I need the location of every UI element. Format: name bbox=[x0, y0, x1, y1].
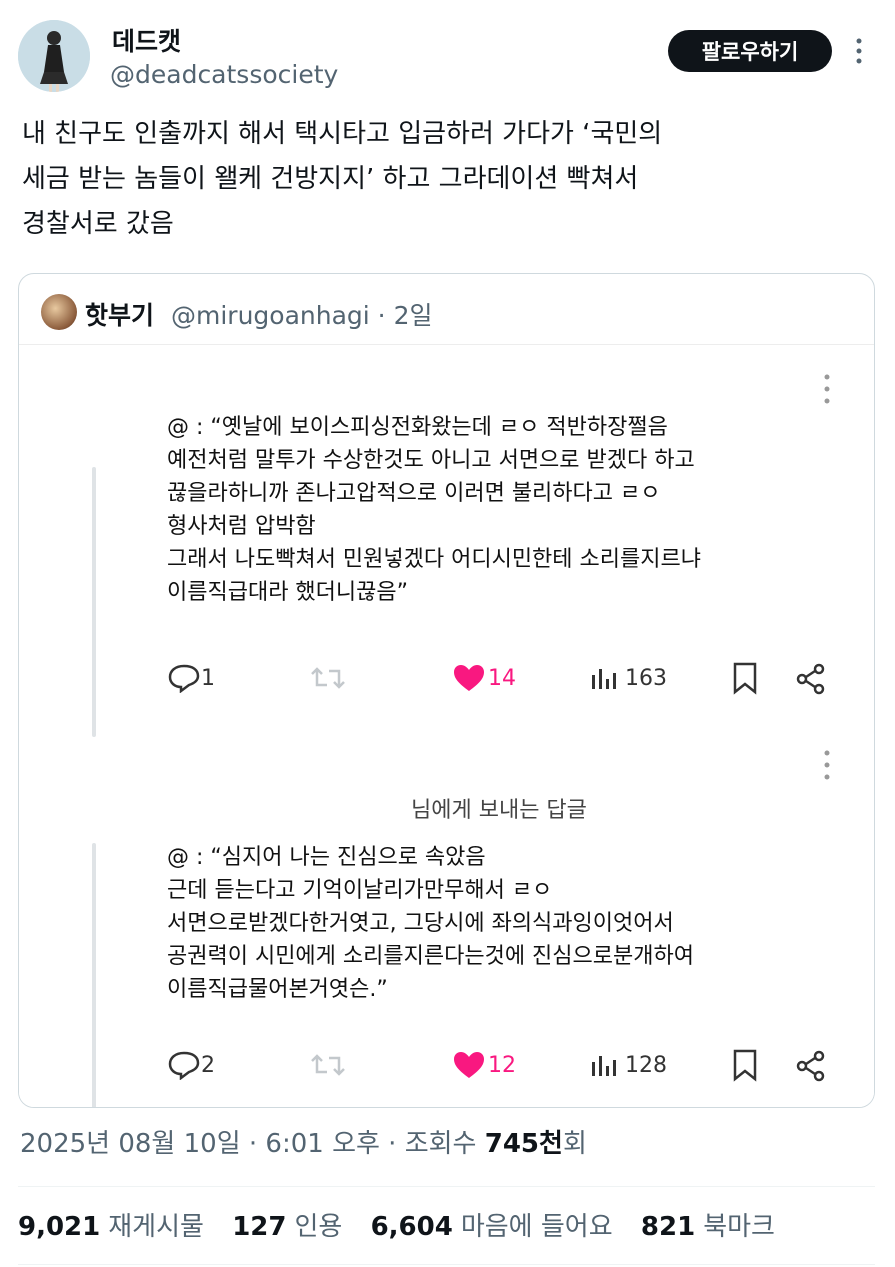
quoted-screenshot-image[interactable]: @ : “옛날에 보이스피싱전화왔는데 ㄹㅇ 적반하장쩔음 예전처럼 말투가 수… bbox=[19, 344, 874, 1107]
views-icon bbox=[592, 669, 616, 689]
like-button[interactable]: 12 bbox=[452, 1050, 516, 1080]
timestamp-text: 2025년 08월 10일 · 6:01 오후 · 조회수 bbox=[20, 1129, 485, 1159]
reply-button[interactable]: 1 bbox=[167, 663, 215, 693]
heart-icon bbox=[454, 1052, 484, 1078]
author-display-name[interactable]: 데드캣 bbox=[112, 22, 181, 58]
bookmark-button[interactable] bbox=[732, 661, 758, 695]
divider bbox=[18, 1264, 875, 1265]
reply-line: 이름직급물어본거엿슨.” bbox=[167, 977, 388, 1002]
more-icon[interactable] bbox=[822, 373, 832, 405]
stat-likes[interactable]: 6,604 마음에 들어요 bbox=[371, 1212, 613, 1242]
like-count: 12 bbox=[488, 1052, 516, 1078]
reply-line: 이름직급대라 했더니끊음” bbox=[167, 580, 409, 605]
stat-value: 9,021 bbox=[18, 1212, 101, 1242]
reply-icon bbox=[168, 1051, 200, 1080]
reply-line: @ : “옛날에 보이스피싱전화왔는데 ㄹㅇ 적반하장쩔음 bbox=[167, 415, 668, 440]
reply-line: 근데 듣는다고 기억이날리가만무해서 ㄹㅇ bbox=[167, 878, 553, 903]
stat-quotes[interactable]: 127 인용 bbox=[232, 1212, 342, 1242]
stat-value: 821 bbox=[640, 1212, 696, 1242]
retweet-icon bbox=[311, 1054, 345, 1076]
retweet-icon bbox=[311, 667, 345, 689]
reply-text-2: @ : “심지어 나는 진심으로 속았음 근데 듣는다고 기억이날리가만무해서 … bbox=[167, 841, 694, 1006]
reply-text-1: @ : “옛날에 보이스피싱전화왔는데 ㄹㅇ 적반하장쩔음 예전처럼 말투가 수… bbox=[167, 411, 701, 609]
reply-count: 1 bbox=[201, 665, 215, 691]
bookmark-icon bbox=[733, 662, 757, 695]
author-avatar[interactable] bbox=[18, 20, 90, 92]
reply-line: @ : “심지어 나는 진심으로 속았음 bbox=[167, 845, 486, 870]
retweet-button[interactable] bbox=[309, 663, 347, 693]
views-count: 128 bbox=[625, 1052, 667, 1078]
reply-line: 그래서 나도빡쳐서 민원넣겠다 어디시민한테 소리를지르냐 bbox=[167, 547, 701, 572]
engagement-stats: 9,021 재게시물 127 인용 6,604 마음에 들어요 821 북마크 bbox=[18, 1206, 795, 1243]
stat-value: 127 bbox=[232, 1212, 287, 1242]
views-suffix: 회 bbox=[562, 1129, 587, 1159]
reply-line: 서면으로받겠다한거엿고, 그당시에 좌의식과잉이엇어서 bbox=[167, 911, 674, 936]
reply-count: 2 bbox=[201, 1052, 215, 1078]
follow-button[interactable]: 팔로우하기 bbox=[668, 30, 832, 72]
retweet-button[interactable] bbox=[309, 1050, 347, 1080]
more-icon[interactable] bbox=[822, 749, 832, 781]
author-handle[interactable]: @deadcatssociety bbox=[110, 60, 338, 89]
heart-icon bbox=[454, 665, 484, 691]
views-total: 745천 bbox=[484, 1129, 563, 1159]
share-icon bbox=[796, 663, 825, 695]
tweet-line: 내 친구도 인출까지 해서 택시타고 입금하러 가다가 ‘국민의 bbox=[22, 119, 663, 149]
stat-label: 북마크 bbox=[703, 1212, 775, 1242]
thread-line bbox=[92, 467, 96, 737]
stat-label: 인용 bbox=[294, 1212, 343, 1242]
bookmark-icon bbox=[733, 1049, 757, 1082]
share-button[interactable] bbox=[795, 1050, 827, 1082]
thread-line bbox=[92, 843, 96, 1107]
reply-to-label: 님에게 보내는 답글 bbox=[411, 798, 587, 823]
quoted-author-avatar bbox=[41, 294, 77, 330]
bookmark-button[interactable] bbox=[732, 1048, 758, 1082]
views-icon bbox=[592, 1056, 616, 1076]
stat-label: 재게시물 bbox=[108, 1212, 204, 1242]
views-button[interactable]: 128 bbox=[589, 1050, 667, 1080]
quoted-author-meta: @mirugoanhagi · 2일 bbox=[171, 301, 433, 330]
reply-button[interactable]: 2 bbox=[167, 1050, 215, 1080]
reply-icon bbox=[168, 664, 200, 693]
views-count: 163 bbox=[625, 665, 667, 691]
stat-reposts[interactable]: 9,021 재게시물 bbox=[18, 1212, 204, 1242]
views-button[interactable]: 163 bbox=[589, 663, 667, 693]
more-icon[interactable] bbox=[852, 36, 866, 66]
reply-line: 끊을라하니까 존나고압적으로 이러면 불리하다고 ㄹㅇ bbox=[167, 481, 661, 506]
like-button[interactable]: 14 bbox=[452, 663, 516, 693]
tweet-line: 세금 받는 놈들이 왤케 건방지지’ 하고 그라데이션 빡쳐서 bbox=[22, 164, 639, 194]
reply-line: 예전처럼 말투가 수상한것도 아니고 서면으로 받겠다 하고 bbox=[167, 448, 695, 473]
share-button[interactable] bbox=[795, 663, 827, 695]
divider bbox=[18, 1186, 875, 1187]
quoted-tweet-card[interactable]: 핫부기 @mirugoanhagi · 2일 @ : “옛날에 보이스피싱전화왔… bbox=[18, 273, 875, 1108]
reply-line: 형사처럼 압박함 bbox=[167, 514, 316, 539]
quoted-author-name: 핫부기 bbox=[85, 301, 155, 330]
stat-label: 마음에 들어요 bbox=[460, 1212, 613, 1242]
tweet-timestamp[interactable]: 2025년 08월 10일 · 6:01 오후 · 조회수 745천회 bbox=[20, 1123, 587, 1160]
stat-bookmarks[interactable]: 821 북마크 bbox=[641, 1212, 775, 1242]
reply-line: 공권력이 시민에게 소리를지른다는것에 진심으로분개하여 bbox=[167, 944, 694, 969]
tweet-line: 경찰서로 갔음 bbox=[22, 209, 174, 239]
share-icon bbox=[796, 1050, 825, 1082]
tweet-text: 내 친구도 인출까지 해서 택시타고 입금하러 가다가 ‘국민의 세금 받는 놈… bbox=[22, 112, 882, 247]
stat-value: 6,604 bbox=[370, 1212, 453, 1242]
like-count: 14 bbox=[488, 665, 516, 691]
